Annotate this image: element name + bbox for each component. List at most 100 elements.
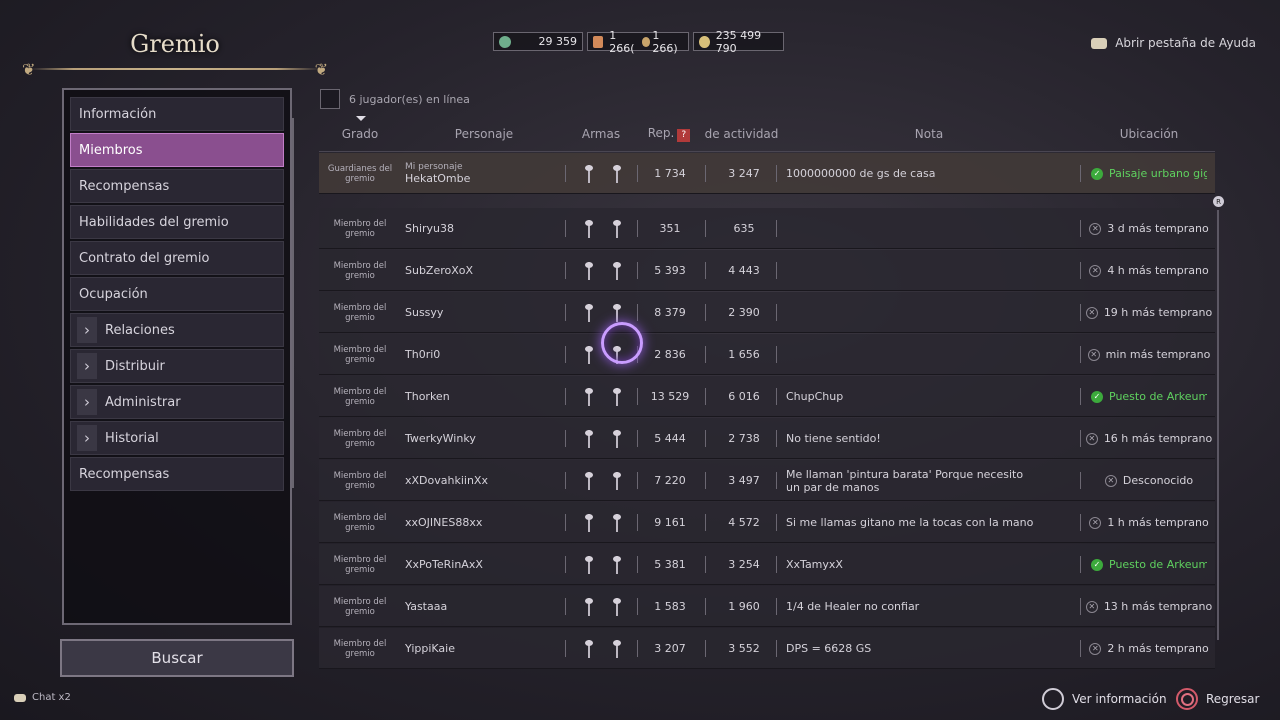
sidebar-item-miembros[interactable]: Miembros xyxy=(70,133,284,167)
member-grade: Miembro del gremio xyxy=(323,586,397,627)
member-weapons xyxy=(575,586,631,627)
chat-indicator[interactable]: Chat x2 xyxy=(14,692,71,703)
member-name: YippiKaie xyxy=(405,642,455,655)
resource-silver: 29 359 xyxy=(493,32,583,51)
divider xyxy=(565,165,566,182)
member-name: SubZeroXoX xyxy=(405,264,474,277)
member-rep: 5 444 xyxy=(654,432,686,445)
divider xyxy=(1080,304,1081,321)
table-row[interactable]: Miembro del gremio Sussyy 8 379 2 390 ✕ 19 h … xyxy=(319,292,1215,333)
cursor-ring xyxy=(601,322,643,364)
member-location: ✕ 19 h más temprano xyxy=(1085,292,1212,333)
divider xyxy=(1080,430,1081,447)
offline-x-icon: ✕ xyxy=(1085,432,1098,445)
back-button[interactable]: Regresar xyxy=(1176,688,1259,710)
sidebar-item-contrato[interactable]: Contrato del gremio xyxy=(70,241,284,275)
divider xyxy=(705,514,706,531)
member-note xyxy=(786,250,1036,291)
column-grade[interactable]: Grado xyxy=(319,127,401,141)
search-button[interactable]: Buscar xyxy=(60,639,294,677)
sidebar-item-label: Miembros xyxy=(79,142,143,158)
member-grade-text: Miembro del gremio xyxy=(333,386,387,407)
table-scrollbar[interactable] xyxy=(1217,210,1219,640)
table-row[interactable]: Miembro del gremio Th0ri0 2 836 1 656 ✕ min m… xyxy=(319,334,1215,375)
member-grade: Miembro del gremio xyxy=(323,250,397,291)
main-weapon-icon xyxy=(582,344,596,366)
table-row[interactable]: Miembro del gremio YippiKaie 3 207 3 552 DPS… xyxy=(319,628,1215,669)
member-weapons xyxy=(575,250,631,291)
member-name-cell: Thorken xyxy=(405,376,565,417)
table-row[interactable]: Miembro del gremio TwerkyWinky 5 444 2 738 N… xyxy=(319,418,1215,459)
sort-indicator-icon xyxy=(356,116,366,121)
view-info-button[interactable]: Ver información xyxy=(1042,688,1167,710)
column-weapons[interactable]: Armas xyxy=(571,127,631,141)
sidebar-item-historial[interactable]: › Historial xyxy=(70,421,284,455)
divider xyxy=(1080,472,1081,489)
table-row[interactable]: Miembro del gremio SubZeroXoX 5 393 4 443 ✕ 4… xyxy=(319,250,1215,291)
column-activity[interactable]: de actividad xyxy=(704,127,779,141)
member-location: ✓ Paisaje urbano gig xyxy=(1091,153,1207,194)
chevron-right-icon: › xyxy=(77,425,97,451)
member-location-text: 13 h más temprano xyxy=(1103,600,1213,613)
sidebar-item-distribuir[interactable]: › Distribuir xyxy=(70,349,284,383)
member-location: ✕ Desconocido xyxy=(1091,460,1207,501)
table-row[interactable]: Miembro del gremio Shiryu38 351 635 ✕ 3 d más… xyxy=(319,208,1215,249)
off-weapon-icon xyxy=(610,163,624,185)
divider xyxy=(565,556,566,573)
divider xyxy=(637,556,638,573)
sidebar-item-informacion[interactable]: Información xyxy=(70,97,284,131)
member-rep: 3 207 xyxy=(654,642,686,655)
member-rep: 7 220 xyxy=(654,474,686,487)
column-rep[interactable]: Rep.? xyxy=(639,126,699,142)
member-location: ✕ 3 d más temprano xyxy=(1089,208,1209,249)
member-name-cell: XxPoTeRinAxX xyxy=(405,544,565,585)
member-name-cell: Mi personaje HekatOmbe xyxy=(405,153,565,194)
column-character[interactable]: Personaje xyxy=(419,127,549,141)
divider xyxy=(565,262,566,279)
divider xyxy=(776,220,777,237)
sidebar-item-ocupacion[interactable]: Ocupación xyxy=(70,277,284,311)
sidebar-item-relaciones[interactable]: › Relaciones xyxy=(70,313,284,347)
member-location-text: Desconocido xyxy=(1122,474,1194,487)
member-weapons xyxy=(575,376,631,417)
member-grade-text: Miembro del gremio xyxy=(333,344,387,365)
resource-gold: 235 499 790 xyxy=(693,29,784,55)
offline-x-icon: ✕ xyxy=(1089,642,1102,655)
search-button-label: Buscar xyxy=(151,649,203,667)
table-row[interactable]: Miembro del gremio xxOJINES88xx 9 161 4 572… xyxy=(319,502,1215,543)
offline-x-icon: ✕ xyxy=(1085,600,1098,613)
sidebar-item-habilidades[interactable]: Habilidades del gremio xyxy=(70,205,284,239)
table-row[interactable]: Miembro del gremio Thorken 13 529 6 016 Chup… xyxy=(319,376,1215,417)
member-activity: 6 016 xyxy=(728,390,760,403)
sidebar-item-recompensas[interactable]: Recompensas xyxy=(70,169,284,203)
member-grade: Miembro del gremio xyxy=(323,460,397,501)
member-grade: Miembro del gremio xyxy=(323,292,397,333)
help-button[interactable]: Abrir pestaña de Ayuda xyxy=(1091,36,1256,50)
table-row[interactable]: Guardianes del gremio Mi personaje HekatOm… xyxy=(319,153,1215,194)
member-activity: 3 552 xyxy=(728,642,760,655)
member-location-text: 2 h más temprano xyxy=(1107,642,1209,655)
gold-coin-icon xyxy=(699,35,710,48)
divider xyxy=(776,556,777,573)
member-activity: 1 656 xyxy=(728,348,760,361)
table-header: Grado Personaje Armas Rep.? de actividad… xyxy=(319,116,1215,152)
table-row[interactable]: Miembro del gremio XxPoTeRinAxX 5 381 3 254… xyxy=(319,544,1215,585)
online-filter-checkbox[interactable] xyxy=(320,89,340,109)
table-row[interactable]: Miembro del gremio Yastaaa 1 583 1 960 1/4 d… xyxy=(319,586,1215,627)
table-row[interactable]: Miembro del gremio xXDovahkiinXx 7 220 3 49… xyxy=(319,460,1215,501)
online-check-icon: ✓ xyxy=(1091,167,1103,180)
column-note[interactable]: Nota xyxy=(869,127,989,141)
divider xyxy=(1080,388,1081,405)
divider xyxy=(1080,640,1081,657)
column-location[interactable]: Ubicación xyxy=(1099,127,1199,141)
off-weapon-icon xyxy=(610,638,624,660)
off-weapon-icon xyxy=(610,302,624,324)
sidebar-item-recompensas-2[interactable]: Recompensas xyxy=(70,457,284,491)
help-icon[interactable]: ? xyxy=(677,128,691,142)
sidebar-item-administrar[interactable]: › Administrar xyxy=(70,385,284,419)
main-weapon-icon xyxy=(582,260,596,282)
sidebar-scrollbar[interactable] xyxy=(292,118,294,488)
member-name: Yastaaa xyxy=(405,600,448,613)
member-name: Shiryu38 xyxy=(405,222,455,235)
divider xyxy=(776,598,777,615)
